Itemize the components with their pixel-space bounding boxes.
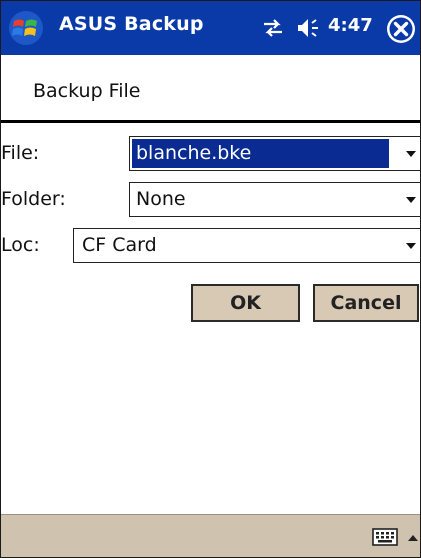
file-value: blanche.bke <box>136 142 252 164</box>
windows-flag-icon[interactable] <box>7 10 45 46</box>
folder-combobox[interactable]: None <box>129 182 420 217</box>
folder-label: Folder: <box>1 188 66 210</box>
clock[interactable]: 4:47 <box>328 15 373 36</box>
loc-combobox[interactable]: CF Card <box>73 228 420 263</box>
title-bar: ASUS Backup 4:47 <box>1 1 420 55</box>
connectivity-arrows-icon[interactable] <box>262 18 284 38</box>
keyboard-icon[interactable] <box>372 527 398 547</box>
folder-value: None <box>136 188 186 210</box>
loc-value: CF Card <box>82 234 157 256</box>
ok-button[interactable]: OK <box>191 284 300 322</box>
file-label: File: <box>1 142 40 164</box>
header-divider <box>1 120 420 123</box>
app-window: ASUS Backup 4:47 Backup File File: blanc… <box>0 0 421 558</box>
menu-bar <box>1 514 420 557</box>
chevron-down-icon[interactable] <box>406 151 416 157</box>
speaker-icon[interactable] <box>296 16 322 40</box>
file-combobox[interactable]: blanche.bke <box>129 136 420 171</box>
dialog-title: Backup File <box>33 80 141 102</box>
sip-arrow-icon[interactable] <box>408 535 418 541</box>
cancel-button[interactable]: Cancel <box>313 284 419 322</box>
app-title: ASUS Backup <box>59 13 204 35</box>
close-icon[interactable] <box>385 13 417 45</box>
chevron-down-icon[interactable] <box>406 243 416 249</box>
chevron-down-icon[interactable] <box>406 197 416 203</box>
loc-label: Loc: <box>1 234 40 256</box>
